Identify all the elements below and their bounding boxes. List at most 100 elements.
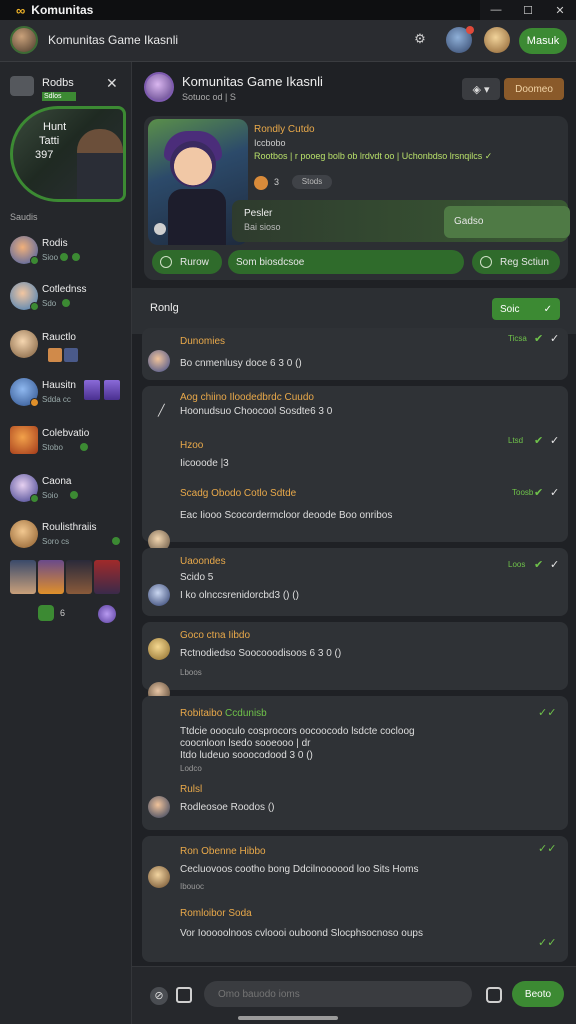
user-avatar[interactable]: [10, 26, 38, 54]
avatar: [10, 520, 38, 548]
sidebar-item-name: Colebvatio: [42, 428, 90, 439]
author-tag: Ccdunisb: [225, 708, 267, 719]
featured-profile-card[interactable]: Hunt Tatti 397: [10, 106, 126, 202]
author-name: Robitaibo: [180, 708, 223, 719]
message[interactable]: Dunomies Bo cnmenlusy doce 6 3 0 () Tics…: [142, 328, 568, 380]
read-check-icon: ✓: [550, 435, 560, 447]
sidebar-item-name: Cotlednss: [42, 284, 87, 295]
status-dot: [80, 443, 88, 451]
app-title: Komunitas: [31, 3, 94, 17]
game-thumb: [104, 380, 120, 400]
member-avatar-1[interactable]: [446, 26, 474, 53]
message-author: Dunomies: [180, 336, 226, 347]
channel-header: Komunitas Game Ikasnli Sotuoc od | S ◈ ▾…: [132, 62, 576, 112]
hero-line-3: 397: [35, 149, 54, 161]
sidebar-item[interactable]: Hausitn Sdda cc: [8, 374, 128, 414]
message-text: Vor Iooooolnoos cvloooi ouboond Slocphso…: [180, 928, 423, 939]
thread-button[interactable]: Soic ✓: [492, 298, 560, 320]
sidebar-item[interactable]: Roulisthraiis Soro cs: [8, 516, 128, 556]
sidebar-item[interactable]: Rauctlo: [8, 326, 128, 366]
mini-tag[interactable]: Stods: [292, 175, 332, 189]
featured-post-card: Rondly Cutdo Iccbobo Rootbos | r pooeg b…: [144, 116, 570, 280]
thumbnail[interactable]: [66, 560, 92, 594]
avatar: [148, 584, 170, 606]
message-text: Hzoo: [180, 440, 204, 451]
member-avatar-2[interactable]: [484, 27, 510, 53]
message-text: Iicooode |3: [180, 458, 229, 469]
sidebar-item-sub: Soio: [42, 491, 59, 500]
away-badge: [30, 398, 39, 407]
sidebar-footer: 6: [38, 605, 116, 623]
message-input[interactable]: [204, 981, 472, 1007]
sidebar-item-sub: Sioo: [42, 253, 59, 262]
character-body: [168, 189, 226, 245]
message-time: Toosb: [512, 488, 534, 497]
join-button[interactable]: Masuk: [519, 28, 567, 54]
status-dot: [62, 299, 70, 307]
sidebar-item[interactable]: Cotlednss Sdo: [8, 278, 128, 318]
sidebar-item[interactable]: Caona Soio: [8, 470, 128, 510]
message[interactable]: Uaoondes Scido 5 I ko olnccsrenidorcbd3 …: [142, 548, 568, 616]
notification-dot: [466, 26, 474, 34]
camera-icon[interactable]: [176, 987, 192, 1003]
sidebar-item-name: Roulisthraiis: [42, 522, 97, 533]
thumbnail[interactable]: [94, 560, 120, 594]
action-label: Reg Sctiun: [500, 256, 549, 268]
sidebar-item-sub: Sdo: [42, 299, 57, 308]
sidebar-title: Rodbs: [42, 77, 74, 89]
message-author: Robitaibo Ccdunisb: [180, 708, 267, 719]
hero-line-1: Hunt: [43, 121, 67, 133]
sidebar: Rodbs Sdlos ✕ Hunt Tatti 397 Saudis Rodi…: [0, 62, 132, 1024]
channel-title: Komunitas Game Ikasnli: [182, 74, 323, 89]
message[interactable]: Goco ctna Iibdo Rctnodiedso Soocooodisoo…: [142, 622, 568, 704]
channel-options-button[interactable]: ◈ ▾: [462, 78, 500, 100]
minimize-button[interactable]: —: [480, 0, 512, 20]
community-title: Komunitas Game Ikasnli: [48, 33, 179, 47]
app-logo-icon: ∞: [16, 2, 26, 18]
close-icon[interactable]: ✕: [106, 75, 118, 92]
game-thumbnail-strip[interactable]: [10, 560, 120, 594]
hero-line-2: Tatti: [39, 135, 60, 147]
refresh-icon: [480, 256, 492, 268]
profile-icon[interactable]: [98, 605, 116, 623]
thread-button-label: Soic: [500, 303, 520, 315]
card-action-1[interactable]: Rurow: [152, 250, 222, 274]
sidebar-item-name: Hausitn: [42, 380, 76, 391]
attach-icon[interactable]: ⊘: [150, 987, 168, 1005]
card-action-button[interactable]: Gadso: [444, 206, 570, 238]
message-author: Goco ctna Iibdo: [180, 630, 251, 641]
send-button[interactable]: Beoto: [512, 981, 564, 1007]
avatar: [148, 866, 170, 888]
character-face: [170, 141, 216, 187]
card-info-row: Pesler Bai sioso Gadso: [232, 200, 570, 242]
settings-gear-icon[interactable]: ⚙: [410, 31, 430, 51]
card-action-3[interactable]: Reg Sctiun: [472, 250, 560, 274]
server-icon[interactable]: [10, 76, 34, 96]
check-icon: ✓: [543, 303, 552, 315]
message-group[interactable]: Ron Obenne Hibbo Cecluovoos cootho bong …: [142, 836, 568, 962]
avatar: [10, 426, 38, 454]
sidebar-item[interactable]: Colebvatio Stobo: [8, 422, 128, 462]
main-panel: Komunitas Game Ikasnli Sotuoc od | S ◈ ▾…: [132, 62, 576, 1024]
message-text: coocnloon lsedo sooeooo | dr: [180, 738, 311, 749]
check-icon: ✔: [534, 435, 544, 447]
emoji-icon[interactable]: [486, 987, 502, 1003]
message-group[interactable]: ╱ Aog chiino Iloodedbrdc Cuudo Hoonudsuo…: [142, 386, 568, 552]
action-label: Som biosdcsoe: [236, 256, 305, 268]
window-titlebar: ∞ Komunitas — ☐ ✕: [0, 0, 576, 20]
maximize-button[interactable]: ☐: [512, 0, 544, 20]
close-window-button[interactable]: ✕: [544, 0, 576, 20]
message-time: Loos: [508, 560, 526, 569]
mini-count: 3: [274, 177, 280, 187]
thumbnail[interactable]: [38, 560, 64, 594]
status-dot: [72, 253, 80, 261]
channel-action-button[interactable]: Doomeo: [504, 78, 564, 100]
check-icon: ✔: [534, 333, 544, 345]
window-controls: — ☐ ✕: [480, 0, 576, 20]
thumbnail[interactable]: [10, 560, 36, 594]
card-action-2[interactable]: Som biosdcsoe: [228, 250, 464, 274]
game-icon[interactable]: [38, 605, 54, 621]
message-text: Rctnodiedso Soocooodisoos 6 3 0 (): [180, 648, 342, 659]
message-group[interactable]: Robitaibo Ccdunisb Ttdcie oooculo cospro…: [142, 696, 568, 830]
sidebar-item[interactable]: Rodis Sioo: [8, 232, 128, 272]
